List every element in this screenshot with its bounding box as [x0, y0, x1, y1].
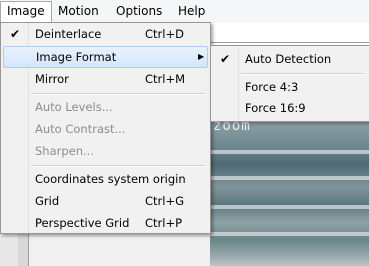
image-menu-dropdown: ✔ Deinterlace Ctrl+D Image Format ▶ Mirr…: [0, 22, 211, 234]
video-wave-4: [210, 232, 369, 236]
menu-item-label: Auto Levels...: [35, 100, 113, 114]
menu-options[interactable]: Options: [110, 2, 168, 20]
submenu-item-label: Force 16:9: [245, 101, 306, 115]
menu-item-label: Image Format: [36, 50, 117, 64]
image-format-submenu: ✔ Auto Detection Force 4:3 Force 16:9: [210, 45, 369, 122]
menu-item-shortcut: Ctrl+P: [145, 216, 183, 230]
menu-item-perspective-grid[interactable]: Perspective Grid Ctrl+P: [3, 212, 208, 234]
menu-item-grid[interactable]: Grid Ctrl+G: [3, 190, 208, 212]
menu-image[interactable]: Image: [0, 1, 52, 22]
video-wave-3: [210, 205, 369, 209]
menu-separator: [31, 93, 206, 95]
submenu-item-label: Auto Detection: [245, 52, 332, 66]
menu-item-shortcut: Ctrl+D: [145, 27, 184, 41]
menu-item-auto-levels[interactable]: Auto Levels...: [3, 96, 208, 118]
menu-item-label: Mirror: [35, 72, 69, 86]
menu-separator: [31, 165, 206, 167]
menu-item-coordinates-origin[interactable]: Coordinates system origin: [3, 168, 208, 190]
video-preview[interactable]: [210, 120, 369, 266]
video-wave-2: [210, 176, 369, 180]
menu-item-auto-contrast[interactable]: Auto Contrast...: [3, 118, 208, 140]
check-icon: ✔: [219, 52, 231, 66]
menu-item-deinterlace[interactable]: ✔ Deinterlace Ctrl+D: [3, 23, 208, 45]
menu-item-label: Perspective Grid: [35, 216, 130, 230]
menu-item-label: Sharpen...: [35, 144, 94, 158]
menu-item-mirror[interactable]: Mirror Ctrl+M: [3, 68, 208, 90]
submenu-item-force-16-9[interactable]: Force 16:9: [213, 97, 367, 119]
menu-help[interactable]: Help: [172, 2, 211, 20]
submenu-separator: [241, 73, 365, 75]
menu-item-sharpen[interactable]: Sharpen...: [3, 140, 208, 162]
menu-item-label: Grid: [35, 194, 60, 208]
menu-item-label: Auto Contrast...: [35, 122, 126, 136]
submenu-item-force-4-3[interactable]: Force 4:3: [213, 76, 367, 98]
menu-item-shortcut: Ctrl+M: [145, 72, 186, 86]
menu-item-shortcut: Ctrl+G: [145, 194, 185, 208]
menu-bar: Image Motion Options Help: [0, 0, 369, 24]
video-wave-1: [210, 150, 369, 154]
menu-item-image-format[interactable]: Image Format ▶: [3, 46, 208, 68]
toolbar-strip: [210, 24, 369, 43]
menu-item-label: Deinterlace: [35, 27, 102, 41]
submenu-item-auto-detection[interactable]: ✔ Auto Detection: [213, 48, 367, 70]
submenu-item-label: Force 4:3: [245, 80, 299, 94]
menu-motion[interactable]: Motion: [52, 2, 105, 20]
menu-item-label: Coordinates system origin: [35, 172, 186, 186]
check-icon: ✔: [9, 27, 21, 41]
submenu-arrow-icon: ▶: [198, 52, 205, 61]
